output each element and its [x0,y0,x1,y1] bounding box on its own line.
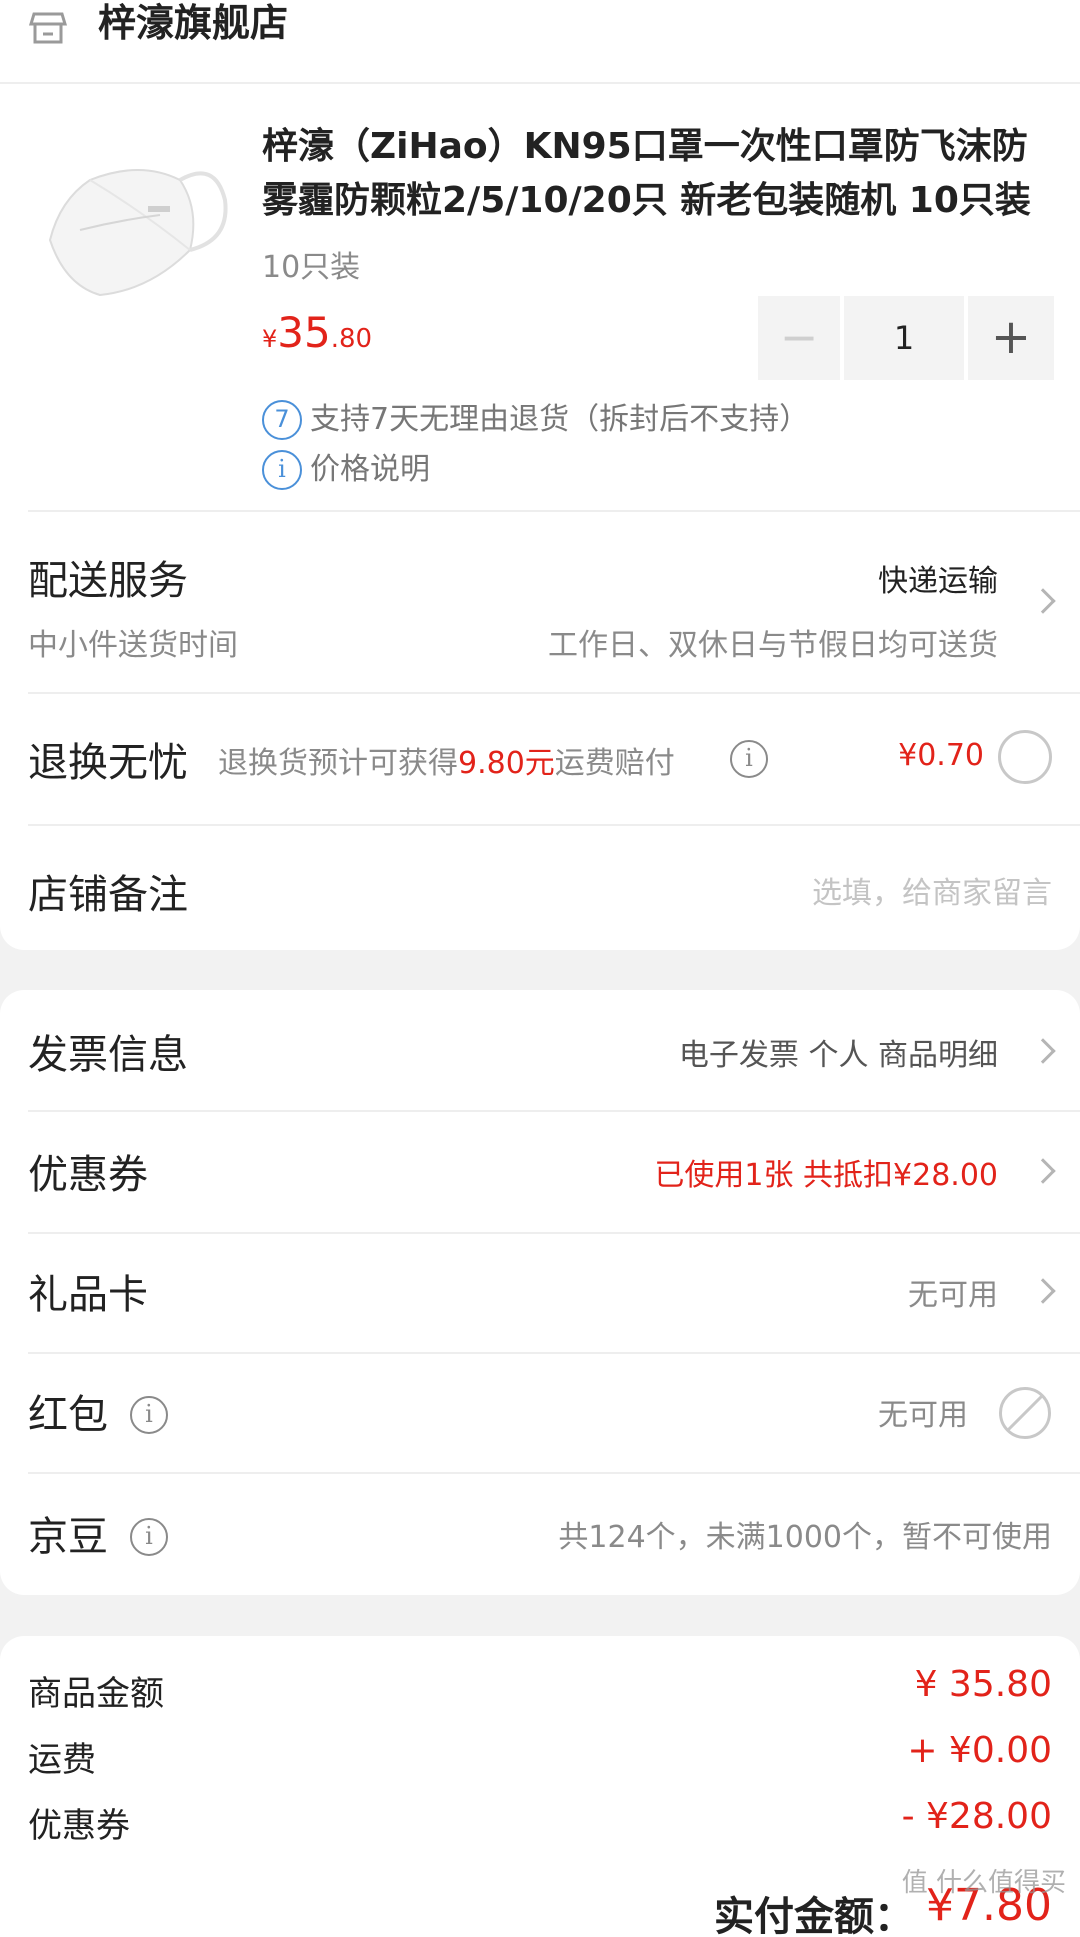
shop-name[interactable]: 梓濠旗舰店 [98,0,288,46]
disabled-icon [998,1386,1052,1440]
info-icon[interactable]: i [730,740,768,778]
goods-amount-label: 商品金额 [28,1674,164,1714]
delivery-sub-label: 中小件送货时间 [28,628,238,663]
shop-remark-label: 店铺备注 [28,872,188,918]
price-int: 35 [277,308,331,357]
return-service-label: 退换无忧 [28,740,188,786]
total-label: 实付金额： [714,1894,914,1937]
product-title[interactable]: 梓濠（ZiHao）KN95口罩一次性口罩防飞沫防雾霾防颗粒2/5/10/20只 … [262,120,1052,228]
price-symbol: ¥ [262,325,278,353]
red-packet-label: 红包 [28,1392,108,1438]
store-icon [28,6,68,46]
chevron-right-icon[interactable] [1030,1158,1056,1184]
divider [28,1232,1080,1234]
divider [0,82,1080,84]
product-price: ¥35.80 [262,308,372,357]
return-service-desc: 退换货预计可获得9.80元运费赔付 [218,738,675,782]
chevron-right-icon[interactable] [1030,1278,1056,1304]
divider [28,510,1080,512]
quantity-input[interactable]: 1 [844,296,964,380]
delivery-sub-value: 工作日、双休日与节假日均可送货 [548,628,998,663]
coupon-label: 优惠券 [28,1152,148,1198]
increase-button[interactable]: + [968,296,1054,380]
product-spec: 10只装 [262,250,361,285]
gift-card-value[interactable]: 无可用 [908,1270,998,1314]
order-options-card: 发票信息 电子发票 个人 商品明细 优惠券 已使用1张 共抵扣¥28.00 礼品… [0,990,1080,1595]
red-packet-value: 无可用 [878,1398,968,1433]
invoice-label: 发票信息 [28,1032,188,1078]
quantity-stepper: − 1 + [758,296,1054,380]
goods-amount-value: ¥ 35.80 [914,1664,1052,1705]
divider [28,824,1080,826]
shipping-value: + ¥0.00 [907,1730,1052,1771]
return-service-price: ¥0.70 [898,738,984,773]
decrease-button[interactable]: − [758,296,840,380]
delivery-method[interactable]: 快递运输 [878,556,998,600]
return-desc-prefix: 退换货预计可获得 [218,746,458,781]
coupon-value[interactable]: 已使用1张 共抵扣¥28.00 [654,1150,998,1194]
price-info-icon[interactable]: i [262,450,302,490]
return-desc-amount: 9.80元 [458,746,555,781]
watermark: 值 什么值得买 [901,1868,1066,1898]
divider [28,1352,1080,1354]
return-desc-suffix: 运费赔付 [554,746,675,781]
chevron-right-icon[interactable] [1030,1038,1056,1064]
jingdou-value: 共124个，未满1000个，暂不可使用 [558,1520,1052,1555]
info-icon[interactable]: i [130,1518,168,1556]
shop-order-card: 梓濠旗舰店 梓濠（ZiHao）KN95口罩一次性口罩防飞沫防雾霾防颗粒2/5/1… [0,0,1080,950]
gift-card-label: 礼品卡 [28,1272,148,1318]
delivery-label: 配送服务 [28,558,188,604]
jingdou-label: 京豆 [28,1514,108,1560]
return-7day-icon: 7 [262,400,302,440]
info-icon[interactable]: i [130,1396,168,1434]
divider [28,692,1080,694]
return-service-radio[interactable] [998,730,1052,784]
coupon-deduct-value: - ¥28.00 [901,1796,1052,1837]
product-image[interactable] [30,120,230,320]
return-policy-text: 支持7天无理由退货（拆封后不支持） [310,402,810,437]
coupon-deduct-label: 优惠券 [28,1806,130,1846]
price-info-link[interactable]: 价格说明 [310,450,430,490]
price-dec: .80 [330,324,373,354]
shop-remark-input[interactable]: 选填，给商家留言 [812,868,1052,912]
divider [28,1472,1080,1474]
invoice-value[interactable]: 电子发票 个人 商品明细 [679,1030,998,1074]
chevron-right-icon[interactable] [1030,588,1056,614]
shipping-label: 运费 [28,1740,96,1780]
divider [28,1110,1080,1112]
